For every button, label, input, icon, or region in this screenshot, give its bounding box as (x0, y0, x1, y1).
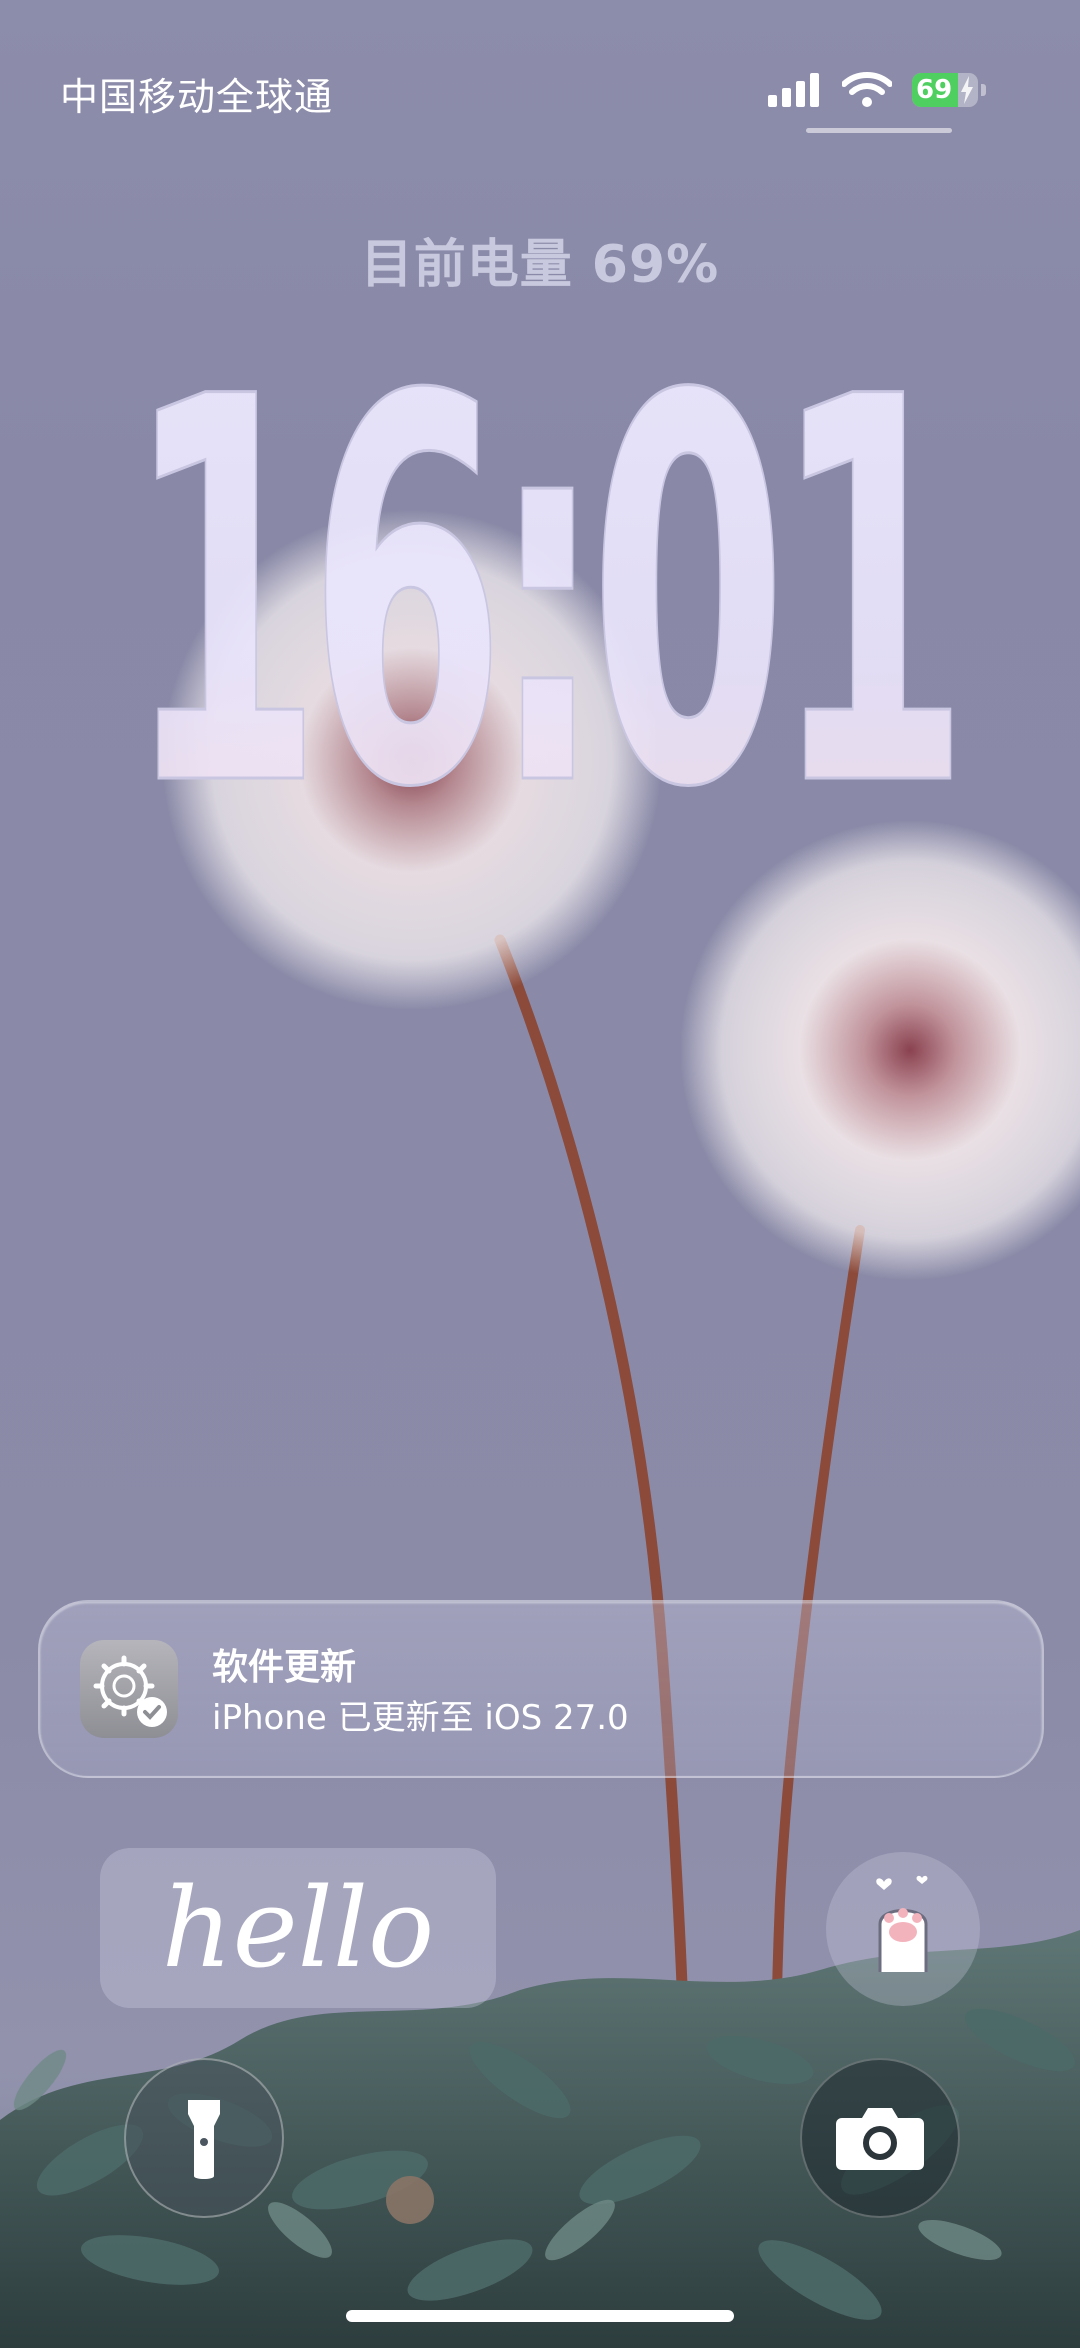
home-indicator[interactable] (346, 2310, 734, 2322)
notification-title: 软件更新 (212, 1647, 357, 1688)
clock[interactable]: 16:01 (0, 0, 1080, 821)
cat-paw-widget[interactable] (826, 1852, 980, 2006)
camera-icon (836, 2108, 924, 2170)
software-update-notification[interactable]: 软件更新 iPhone 已更新至 iOS 27.0 (38, 1600, 1044, 1778)
cat-paw-icon (876, 1875, 928, 1972)
software-update-gear-icon (80, 1640, 178, 1738)
flashlight-icon (188, 2100, 220, 2179)
hello-widget[interactable]: hello (100, 1848, 496, 2008)
notification-body: iPhone 已更新至 iOS 27.0 (212, 1698, 629, 1738)
hello-text: hello (162, 1864, 435, 1992)
camera-button[interactable] (800, 2058, 960, 2218)
flashlight-button[interactable] (124, 2058, 284, 2218)
lock-screen: 中国移动全球通 69 目前电量 69% 16:01 软件更新 iPhone 已更… (0, 0, 1080, 2348)
clock-time: 16:01 (125, 286, 955, 820)
